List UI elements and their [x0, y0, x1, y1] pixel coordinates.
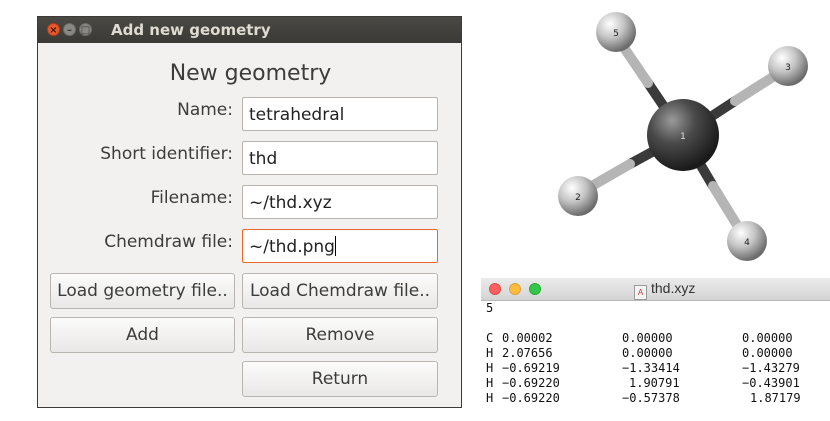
xyz-element: H [486, 391, 494, 405]
document-icon: A [634, 285, 647, 300]
xyz-z: 0.00000 [742, 346, 793, 360]
close-icon[interactable] [489, 283, 501, 295]
name-input[interactable]: tetrahedral [242, 97, 438, 131]
xyz-filename: thd.xyz [651, 280, 696, 296]
xyz-file-window: Athd.xyz 5 C 0.00002 0.00000 0.00000 H 2… [481, 278, 830, 408]
minimize-icon[interactable] [509, 283, 521, 295]
atom-3[interactable]: 3 [768, 46, 808, 86]
xyz-element: H [486, 361, 494, 375]
dialog-titlebar: × – □ Add new geometry [38, 17, 461, 43]
short-identifier-input[interactable]: thd [242, 141, 438, 175]
xyz-window-title: Athd.xyz [634, 280, 695, 300]
chemdraw-file-input[interactable]: ~/thd.png [242, 229, 438, 263]
xyz-titlebar: Athd.xyz [481, 278, 830, 301]
return-button[interactable]: Return [242, 361, 438, 397]
xyz-z: 1.87179 [750, 391, 801, 405]
xyz-z: −1.43279 [742, 361, 800, 375]
xyz-element: C [486, 331, 494, 345]
atom-1[interactable]: 1 [647, 99, 719, 171]
load-chemdraw-button[interactable]: Load Chemdraw file.. [242, 273, 438, 309]
svg-text:2: 2 [575, 193, 581, 203]
xyz-y: 0.00000 [622, 331, 673, 345]
xyz-x: −0.69219 [502, 361, 560, 375]
close-icon[interactable]: × [47, 23, 60, 36]
atom-count: 5 [486, 301, 494, 315]
xyz-y: 0.00000 [622, 346, 673, 360]
zoom-icon[interactable] [529, 283, 541, 295]
atom-2[interactable]: 2 [558, 176, 598, 216]
xyz-x: −0.69220 [502, 376, 560, 390]
chemdraw-file-label: Chemdraw file: [104, 232, 233, 252]
xyz-y: −1.33414 [622, 361, 680, 375]
molecule-viewer[interactable]: 5 3 1 2 4 [520, 0, 820, 270]
xyz-y: −0.57378 [622, 391, 680, 405]
add-geometry-dialog: × – □ Add new geometry New geometry Name… [37, 16, 462, 408]
filename-label: Filename: [150, 188, 233, 208]
xyz-x: 0.00002 [502, 331, 553, 345]
svg-text:3: 3 [785, 63, 791, 73]
remove-button[interactable]: Remove [242, 317, 438, 353]
xyz-element: H [486, 346, 494, 360]
xyz-x: 2.07656 [502, 346, 553, 360]
xyz-y: 1.90791 [629, 376, 680, 390]
svg-text:4: 4 [744, 238, 750, 248]
filename-input[interactable]: ~/thd.xyz [242, 185, 438, 219]
maximize-icon[interactable]: □ [79, 23, 92, 36]
svg-text:5: 5 [613, 29, 619, 39]
dialog-title: Add new geometry [111, 21, 271, 39]
svg-text:1: 1 [680, 132, 686, 142]
xyz-x: −0.69220 [502, 391, 560, 405]
form-heading: New geometry [169, 61, 332, 86]
xyz-z: 0.00000 [742, 331, 793, 345]
short-identifier-label: Short identifier: [100, 144, 233, 164]
atom-4[interactable]: 4 [727, 221, 767, 261]
text-caret [334, 236, 336, 256]
add-button[interactable]: Add [50, 317, 235, 353]
xyz-element: H [486, 376, 494, 390]
name-label: Name: [177, 100, 233, 120]
atom-5[interactable]: 5 [596, 12, 636, 52]
load-geometry-button[interactable]: Load geometry file.. [50, 273, 235, 309]
xyz-z: −0.43901 [742, 376, 800, 390]
chemdraw-file-value: ~/thd.png [249, 237, 335, 257]
minimize-icon[interactable]: – [63, 23, 76, 36]
